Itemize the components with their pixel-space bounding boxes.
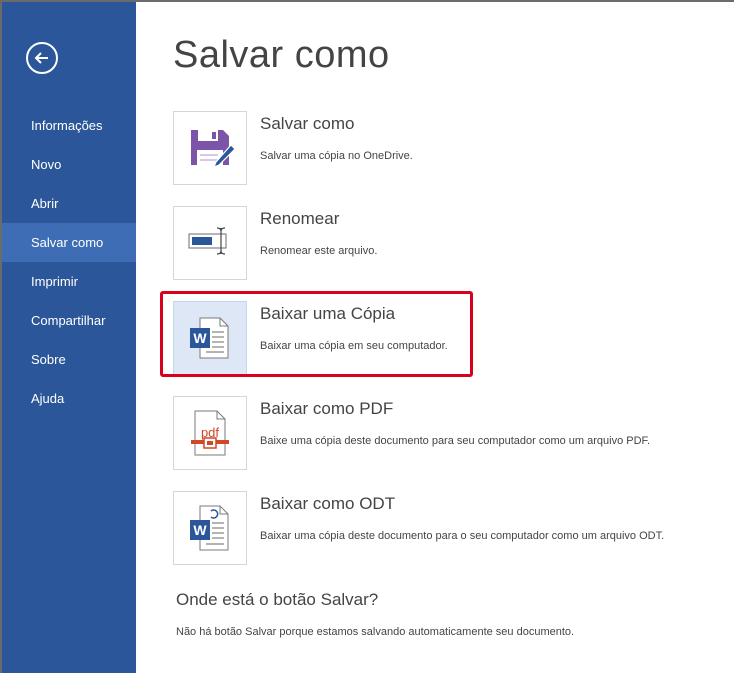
option-description: Baixar uma cópia deste documento para o …: [260, 530, 665, 542]
word-document-icon: W: [173, 301, 247, 375]
back-arrow-icon: [34, 52, 48, 64]
sidebar-item-imprimir[interactable]: Imprimir: [2, 262, 136, 301]
option-description: Salvar uma cópia no OneDrive.: [260, 150, 413, 162]
download-pdf-option[interactable]: pdf Baixar como PDF Baixe uma cópia dest…: [173, 396, 713, 471]
option-description: Baixar uma cópia em seu computador.: [260, 340, 448, 352]
sidebar-item-compartilhar[interactable]: Compartilhar: [2, 301, 136, 340]
backstage-sidebar: Informações Novo Abrir Salvar como Impri…: [2, 2, 136, 673]
svg-text:W: W: [193, 522, 207, 538]
sidebar-item-ajuda[interactable]: Ajuda: [2, 379, 136, 418]
option-title: Renomear: [260, 209, 340, 228]
save-as-icon: [173, 111, 247, 185]
option-title: Baixar como PDF: [260, 399, 394, 418]
main-panel: Salvar como Salvar como Salvar uma cópia…: [136, 2, 734, 673]
sidebar-item-salvar-como[interactable]: Salvar como: [2, 223, 136, 262]
sidebar-item-sobre[interactable]: Sobre: [2, 340, 136, 379]
save-help-question: Onde está o botão Salvar?: [176, 590, 379, 609]
svg-text:W: W: [193, 330, 207, 346]
option-title: Baixar como ODT: [260, 494, 396, 513]
save-as-option[interactable]: Salvar como Salvar uma cópia no OneDrive…: [173, 111, 713, 186]
rename-option[interactable]: Renomear Renomear este arquivo.: [173, 206, 713, 281]
option-description: Renomear este arquivo.: [260, 245, 378, 257]
option-title: Salvar como: [260, 114, 355, 133]
sidebar-item-novo[interactable]: Novo: [2, 145, 136, 184]
download-copy-option[interactable]: W Baixar uma Cópia Baixar uma cópia em s…: [173, 301, 713, 376]
pdf-icon: pdf: [173, 396, 247, 470]
option-title: Baixar uma Cópia: [260, 304, 396, 323]
option-description: Baixe uma cópia deste documento para seu…: [260, 435, 651, 447]
sidebar-item-abrir[interactable]: Abrir: [2, 184, 136, 223]
save-help-answer: Não há botão Salvar porque estamos salva…: [176, 626, 575, 638]
back-button[interactable]: [26, 42, 58, 74]
download-odt-option[interactable]: W Baixar como ODT Baixar uma cópia deste…: [173, 491, 713, 566]
odt-document-icon: W: [173, 491, 247, 565]
page-title: Salvar como: [173, 34, 390, 76]
rename-icon: [173, 206, 247, 280]
sidebar-item-informacoes[interactable]: Informações: [2, 106, 136, 145]
